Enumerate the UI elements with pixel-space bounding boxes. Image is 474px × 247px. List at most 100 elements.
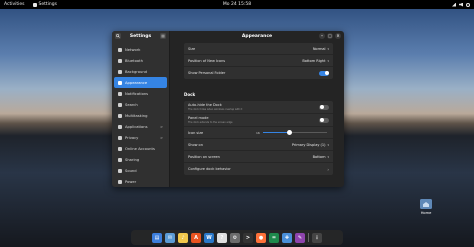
network-icon xyxy=(118,47,122,52)
multitasking-icon xyxy=(118,113,122,118)
extensions-icon[interactable]: ✚ xyxy=(282,232,292,243)
sidebar-item-notifications[interactable]: Notifications xyxy=(114,88,167,99)
show-on-label: Show on xyxy=(188,142,203,147)
dock-position-dropdown[interactable]: Bottom ▾ xyxy=(313,151,329,162)
autohide-toggle[interactable] xyxy=(319,104,329,110)
sidebar-item-label: Network xyxy=(125,47,141,52)
writer-icon[interactable]: W xyxy=(204,232,214,243)
sidebar-item-sound[interactable]: Sound xyxy=(114,165,167,176)
show-personal-folder-toggle[interactable] xyxy=(319,70,329,76)
dock: ▤ ✉ ♪ A W? ⚙ > ● = ✚ ✎ ⋮ xyxy=(131,230,343,245)
privacy-icon xyxy=(118,135,122,140)
panel-mode-row[interactable]: Panel mode The dock extends to the scree… xyxy=(184,114,333,127)
app-grid-icon[interactable]: ⋮ xyxy=(312,232,322,243)
mail-icon[interactable]: ✉ xyxy=(165,232,175,243)
bluetooth-icon xyxy=(118,58,122,63)
panel-mode-description: The dock extends to the screen edge xyxy=(188,120,233,124)
show-on-dropdown[interactable]: Primary Display (1) ▾ xyxy=(292,139,329,150)
sidebar: Settings Network Bluetooth Background Appea… xyxy=(112,31,170,187)
help-icon[interactable]: ? xyxy=(217,232,227,243)
apps-icon xyxy=(118,124,122,129)
settings-icon[interactable]: ⚙ xyxy=(230,232,240,243)
home-folder-desktop-icon[interactable]: Home xyxy=(417,199,435,215)
show-on-value: Primary Display (1) xyxy=(291,142,326,147)
desktop-icons-card: Size Normal ▾ Position of New Icons Bott… xyxy=(184,43,333,79)
sidebar-item-search[interactable]: Search xyxy=(114,99,167,110)
show-personal-folder-row[interactable]: Show Personal Folder xyxy=(184,67,333,79)
new-icons-position-dropdown[interactable]: Bottom Right ▾ xyxy=(302,55,329,66)
sidebar-item-power[interactable]: Power xyxy=(114,176,167,187)
sidebar-item-network[interactable]: Network xyxy=(114,44,167,55)
media-icon[interactable]: ♪ xyxy=(178,232,188,243)
volume-icon xyxy=(459,2,463,7)
show-on-row[interactable]: Show on Primary Display (1) ▾ xyxy=(184,139,333,151)
maximize-button[interactable]: □ xyxy=(327,33,333,39)
sidebar-item-sharing[interactable]: Sharing xyxy=(114,154,167,165)
dock-icon-size-slider[interactable]: 16 xyxy=(256,127,327,138)
sidebar-item-label: Background xyxy=(125,69,147,74)
configure-dock-row[interactable]: Configure dock behavior › xyxy=(184,163,333,175)
sidebar-item-label: Search xyxy=(125,102,138,107)
sidebar-item-label: Applications xyxy=(125,124,148,129)
accounts-icon xyxy=(118,146,122,151)
sidebar-item-label: Bluetooth xyxy=(125,58,143,63)
search-button[interactable] xyxy=(115,33,121,39)
top-bar: Activities Settings Mo 24 15:58 xyxy=(0,0,474,9)
power-icon xyxy=(118,179,122,184)
chevron-down-icon: ▾ xyxy=(327,142,329,147)
icon-size-dropdown[interactable]: Normal ▾ xyxy=(313,43,329,54)
sidebar-item-label: Power xyxy=(125,179,137,184)
appearance-icon xyxy=(118,80,122,85)
minimize-button[interactable]: – xyxy=(319,33,325,39)
sidebar-item-bluetooth[interactable]: Bluetooth xyxy=(114,55,167,66)
menu-button[interactable] xyxy=(160,33,166,39)
slider-fill xyxy=(262,132,290,133)
clock[interactable]: Mo 24 15:58 xyxy=(0,2,474,7)
power-icon xyxy=(466,2,470,7)
dock-position-label: Position on screen xyxy=(188,154,220,159)
software-icon[interactable]: A xyxy=(191,232,201,243)
chevron-right-icon: > xyxy=(160,135,163,140)
slider-track[interactable] xyxy=(262,130,327,135)
calc-icon[interactable]: = xyxy=(269,232,279,243)
close-button[interactable]: × xyxy=(335,33,341,39)
activities-button[interactable]: Activities xyxy=(4,2,25,7)
chevron-right-icon: > xyxy=(160,124,163,129)
autohide-row[interactable]: Auto-hide the Dock The dock hides when w… xyxy=(184,101,333,114)
sidebar-item-multitasking[interactable]: Multitasking xyxy=(114,110,167,121)
settings-app-icon xyxy=(32,2,37,7)
sidebar-item-background[interactable]: Background xyxy=(114,66,167,77)
sidebar-item-applications[interactable]: Applications > xyxy=(114,121,167,132)
autohide-description: The dock hides when windows overlap with… xyxy=(188,107,243,111)
icon-size-row[interactable]: Size Normal ▾ xyxy=(184,43,333,55)
sidebar-item-label: Notifications xyxy=(125,91,149,96)
firefox-icon[interactable]: ● xyxy=(256,232,266,243)
app-menu-label: Settings xyxy=(38,2,57,7)
app-menu[interactable]: Settings xyxy=(32,2,57,7)
files-icon[interactable]: ▤ xyxy=(152,232,162,243)
system-menu[interactable] xyxy=(452,0,470,9)
home-folder-label: Home xyxy=(420,211,432,215)
panel-mode-toggle[interactable] xyxy=(319,117,329,123)
network-icon xyxy=(452,2,456,7)
terminal-icon[interactable]: > xyxy=(243,232,253,243)
sidebar-item-online-accounts[interactable]: Online Accounts xyxy=(114,143,167,154)
icon-size-label: Size xyxy=(188,46,196,51)
sidebar-item-label: Multitasking xyxy=(125,113,148,118)
paint-icon[interactable]: ✎ xyxy=(295,232,305,243)
dock-position-value: Bottom xyxy=(312,154,326,159)
icon-size-value: Normal xyxy=(312,46,326,51)
home-folder-icon xyxy=(420,199,432,209)
chevron-right-icon: › xyxy=(327,166,329,172)
sound-icon xyxy=(118,168,122,173)
sidebar-item-privacy[interactable]: Privacy > xyxy=(114,132,167,143)
new-icons-position-row[interactable]: Position of New Icons Bottom Right ▾ xyxy=(184,55,333,67)
main-header: Appearance – □ × xyxy=(170,31,344,41)
sidebar-item-appearance[interactable]: Appearance xyxy=(114,77,167,88)
background-icon xyxy=(118,69,122,74)
search-icon xyxy=(118,102,122,107)
sidebar-header: Settings xyxy=(112,31,169,41)
dock-position-row[interactable]: Position on screen Bottom ▾ xyxy=(184,151,333,163)
chevron-down-icon: ▾ xyxy=(327,46,329,51)
slider-handle[interactable] xyxy=(287,130,293,135)
